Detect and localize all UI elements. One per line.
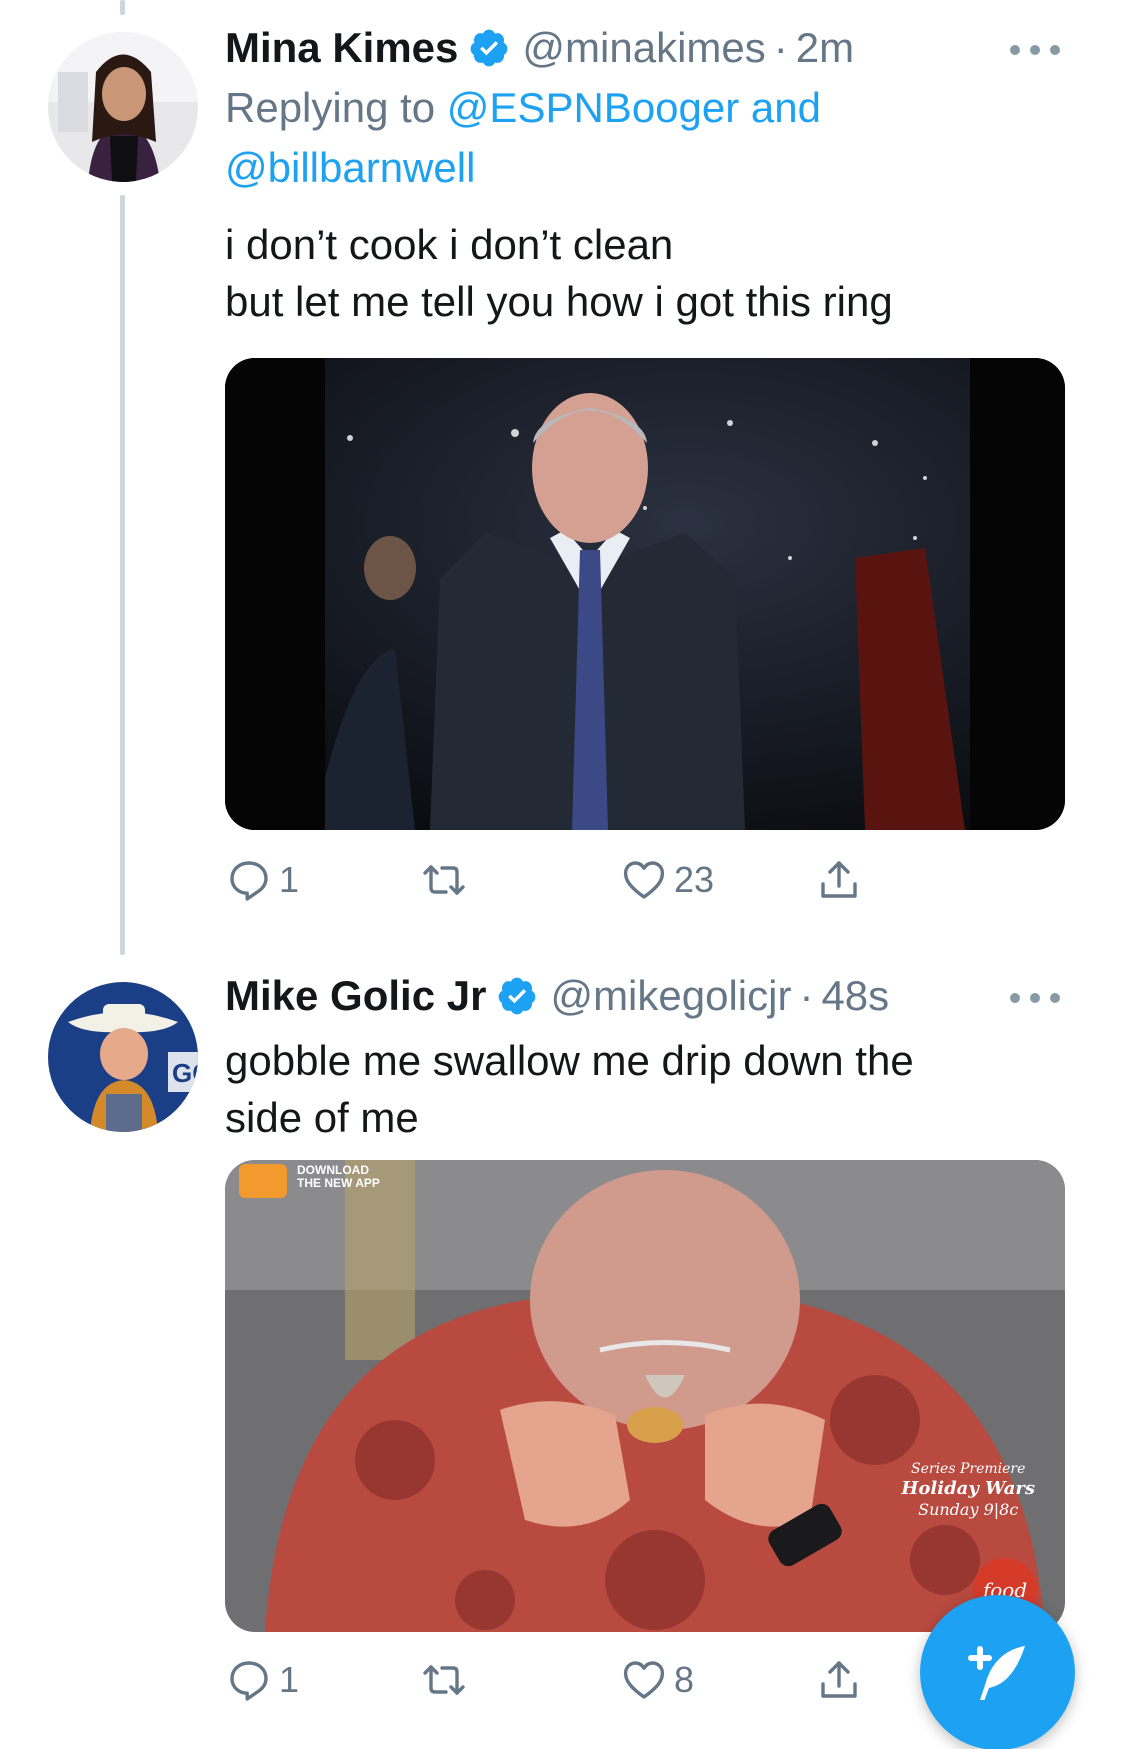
avatar-text: GC	[172, 1058, 198, 1088]
share-button[interactable]	[815, 1652, 863, 1708]
media-promo-text: Series Premiere Holiday Wars Sunday 9|8c	[901, 1460, 1035, 1520]
tweet-media-photo[interactable]: DOWNLOAD THE NEW APP Series Premiere Hol…	[225, 1160, 1065, 1632]
app-badge-text: DOWNLOAD THE NEW APP	[297, 1164, 380, 1190]
like-count: 23	[674, 859, 715, 900]
reply-mention-espnbooger[interactable]: @ESPNBooger	[447, 84, 739, 131]
tweet-actions: 1 23	[225, 852, 965, 908]
separator: ·	[773, 24, 788, 71]
app-logo-icon	[239, 1164, 287, 1198]
thread-line	[120, 195, 125, 955]
avatar[interactable]	[48, 32, 198, 182]
author-handle[interactable]: @minakimes	[522, 20, 765, 76]
verified-badge-icon	[496, 975, 538, 1017]
avatar[interactable]: GC	[48, 982, 198, 1132]
reply-icon	[230, 861, 268, 901]
replying-to-label: Replying to	[225, 84, 436, 131]
like-icon	[623, 1661, 665, 1699]
thread-line-top	[120, 0, 125, 15]
retweet-button[interactable]	[420, 1652, 474, 1708]
compose-tweet-icon	[967, 1645, 1025, 1700]
share-icon	[821, 1661, 857, 1698]
tweet-text-line: side of me	[225, 1094, 419, 1141]
timestamp[interactable]: 48s	[821, 968, 889, 1024]
like-button[interactable]: 23	[620, 852, 714, 908]
promo-line2: Holiday Wars	[901, 1478, 1035, 1499]
like-icon	[623, 861, 665, 899]
retweet-button[interactable]	[420, 852, 474, 908]
more-icon[interactable]	[1010, 40, 1060, 60]
like-button[interactable]: 8	[620, 1652, 694, 1708]
verified-badge-icon	[468, 27, 510, 69]
retweet-icon	[423, 865, 465, 895]
tweet-text-line: i don’t cook i don’t clean	[225, 221, 674, 268]
tweet-text: i don’t cook i don’t clean but let me te…	[225, 216, 1085, 330]
tweet-media-photo[interactable]	[225, 358, 1065, 830]
media-app-badge: DOWNLOAD THE NEW APP	[239, 1164, 380, 1198]
tweet-header: Mina Kimes @minakimes · 2m	[225, 20, 854, 76]
tweet-text: gobble me swallow me drip down the side …	[225, 1032, 1085, 1146]
retweet-icon	[423, 1665, 465, 1695]
tweet-header: Mike Golic Jr @mikegolicjr · 48s	[225, 968, 889, 1024]
reply-mention-billbarnwell[interactable]: @billbarnwell	[225, 144, 475, 191]
reply-icon	[230, 1661, 268, 1701]
compose-tweet-button[interactable]	[920, 1595, 1075, 1749]
replying-to: Replying to @ESPNBooger and @billbarnwel…	[225, 78, 1025, 198]
more-icon[interactable]	[1010, 988, 1060, 1008]
reply-button[interactable]: 1	[225, 852, 299, 908]
author-handle[interactable]: @mikegolicjr	[550, 968, 791, 1024]
reply-button[interactable]: 1	[225, 1652, 299, 1708]
promo-line3: Sunday 9|8c	[918, 1500, 1019, 1519]
like-count: 8	[674, 1659, 695, 1700]
tweet-actions: 1 8	[225, 1652, 965, 1708]
reply-count: 1	[279, 1659, 300, 1700]
share-icon	[821, 861, 857, 898]
timestamp[interactable]: 2m	[796, 20, 854, 76]
reply-and: and	[750, 84, 821, 131]
tweet-text-line: gobble me swallow me drip down the	[225, 1037, 914, 1084]
author-name[interactable]: Mike Golic Jr	[225, 968, 486, 1024]
separator: ·	[799, 972, 814, 1019]
app-badge-line2: THE NEW APP	[297, 1176, 380, 1190]
share-button[interactable]	[815, 852, 863, 908]
tweet-text-line: but let me tell you how i got this ring	[225, 278, 893, 325]
reply-count: 1	[279, 859, 300, 900]
promo-line1: Series Premiere	[911, 1461, 1026, 1477]
author-name[interactable]: Mina Kimes	[225, 20, 458, 76]
